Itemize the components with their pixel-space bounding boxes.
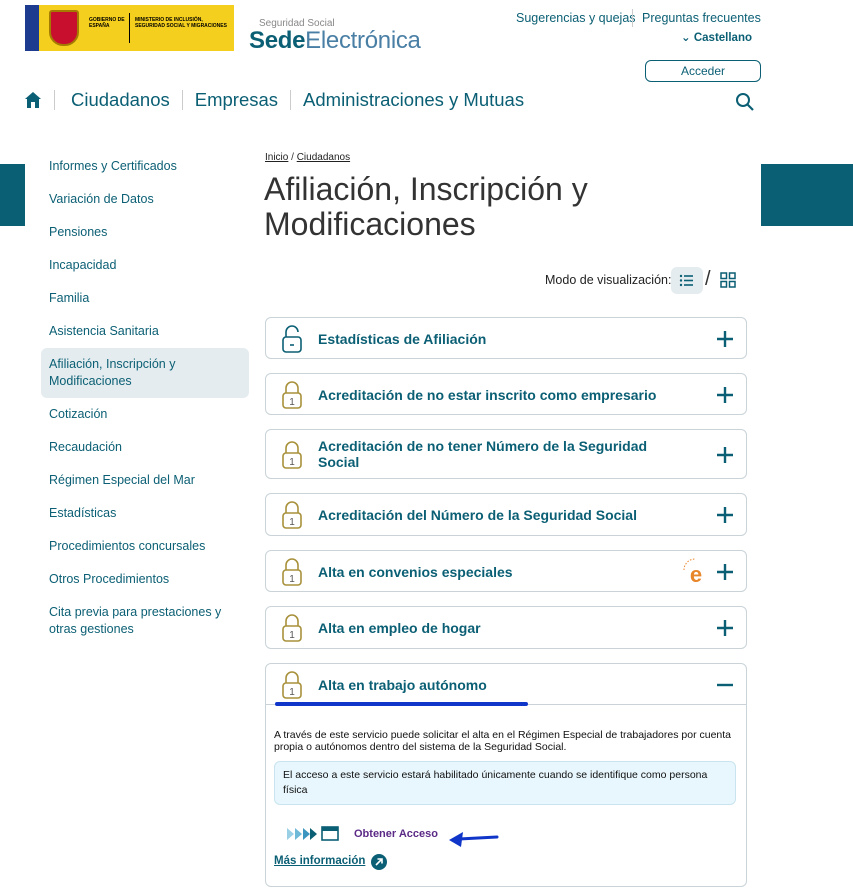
sidebar-item-variacion[interactable]: Variación de Datos xyxy=(41,183,249,216)
nav-empresas[interactable]: Empresas xyxy=(181,90,290,110)
svg-text:1: 1 xyxy=(289,457,295,468)
accordion-title[interactable]: Alta en trabajo autónomo xyxy=(318,677,678,693)
svg-text:1: 1 xyxy=(289,630,295,641)
plus-icon[interactable] xyxy=(716,619,734,637)
view-mode-label: Modo de visualización: xyxy=(545,273,672,287)
accordion-title: Acreditación de no estar inscrito como e… xyxy=(318,387,657,403)
login-button[interactable]: Acceder xyxy=(645,60,761,82)
decorative-band xyxy=(0,164,25,226)
accordion-item[interactable]: 1 Acreditación de no estar inscrito como… xyxy=(265,373,747,415)
more-info-link[interactable]: Más información xyxy=(274,855,365,867)
e-service-badge-icon: e xyxy=(683,558,702,586)
sidebar-item-incapacidad[interactable]: Incapacidad xyxy=(41,249,249,282)
sidebar-item-cotizacion[interactable]: Cotización xyxy=(41,398,249,431)
lock-level-1-icon: 1 xyxy=(282,614,302,642)
external-link-icon[interactable] xyxy=(371,854,387,870)
lock-level-1-icon: 1 xyxy=(282,441,302,469)
fast-forward-icon xyxy=(287,828,317,840)
page-title: Afiliación, Inscripción y Modificaciones xyxy=(264,171,588,242)
accordion-item[interactable]: 1 Acreditación de no tener Número de la … xyxy=(265,429,747,479)
logo-government-text: GOBIERNO DE ESPAÑA xyxy=(89,17,125,29)
accordion-title: Acreditación de no tener Número de la Se… xyxy=(318,438,648,470)
sidebar-item-concursales[interactable]: Procedimientos concursales xyxy=(41,530,249,563)
nav-administraciones[interactable]: Administraciones y Mutuas xyxy=(290,90,536,110)
accordion-item[interactable]: 1 Acreditación del Número de la Segurida… xyxy=(265,493,747,536)
list-view-icon xyxy=(679,274,693,287)
service-description: A través de este servicio puede solicita… xyxy=(274,729,732,753)
sidebar-item-familia[interactable]: Familia xyxy=(41,282,249,315)
plus-icon[interactable] xyxy=(716,563,734,581)
minus-icon[interactable] xyxy=(716,676,734,694)
list-view-button[interactable] xyxy=(671,267,703,294)
sidebar-item-estadisticas[interactable]: Estadísticas xyxy=(41,497,249,530)
svg-text:1: 1 xyxy=(289,574,295,585)
sidebar-item-otros[interactable]: Otros Procedimientos xyxy=(41,563,249,596)
sidebar-item-pensiones[interactable]: Pensiones xyxy=(41,216,249,249)
sidebar-item-regimen-mar[interactable]: Régimen Especial del Mar xyxy=(41,464,249,497)
arrow-left-annotation-icon xyxy=(449,832,499,847)
svg-text:1: 1 xyxy=(289,397,295,408)
language-label: Castellano xyxy=(693,32,753,44)
home-icon[interactable] xyxy=(24,91,42,109)
lock-level-1-icon: 1 xyxy=(282,381,302,409)
svg-text:1: 1 xyxy=(289,687,295,698)
access-notice: El acceso a este servicio estará habilit… xyxy=(274,761,736,805)
government-logo[interactable]: GOBIERNO DE ESPAÑA MINISTERIO DE INCLUSI… xyxy=(25,5,234,51)
sidebar-item-recaudacion[interactable]: Recaudación xyxy=(41,431,249,464)
accordion-item[interactable]: Estadísticas de Afiliación xyxy=(265,317,747,359)
active-underline xyxy=(275,702,528,706)
accordion-item[interactable]: 1 Alta en empleo de hogar xyxy=(265,606,747,649)
chevron-down-icon: ⌄ xyxy=(681,32,691,44)
plus-icon[interactable] xyxy=(716,506,734,524)
decorative-band xyxy=(761,164,853,226)
sidebar: Informes y Certificados Variación de Dat… xyxy=(41,150,249,646)
grid-view-icon[interactable] xyxy=(720,272,736,288)
accordion-title: Alta en convenios especiales xyxy=(318,564,513,580)
plus-icon[interactable] xyxy=(716,386,734,404)
search-icon[interactable] xyxy=(735,92,755,112)
accordion-title: Alta en empleo de hogar xyxy=(318,620,481,636)
main-nav: Ciudadanos Empresas Administraciones y M… xyxy=(24,88,536,112)
lock-level-1-icon: 1 xyxy=(282,671,302,699)
browser-window-icon xyxy=(321,826,339,841)
accordion-item[interactable]: 1 Alta en convenios especiales e xyxy=(265,550,747,592)
faq-link[interactable]: Preguntas frecuentes xyxy=(642,11,761,25)
eu-flag-icon xyxy=(25,5,39,51)
lock-level-1-icon: 1 xyxy=(282,501,302,529)
breadcrumb-ciudadanos[interactable]: Ciudadanos xyxy=(297,152,350,163)
accordion-title: Acreditación del Número de la Seguridad … xyxy=(318,507,637,523)
breadcrumb: Inicio / Ciudadanos xyxy=(265,152,351,163)
suggestions-link[interactable]: Sugerencias y quejas xyxy=(516,11,636,25)
sidebar-item-afiliacion[interactable]: Afiliación, Inscripción y Modificaciones xyxy=(41,348,249,398)
lock-open-icon xyxy=(282,325,302,353)
logo-ministry-text: MINISTERIO DE INCLUSIÓN, SEGURIDAD SOCIA… xyxy=(135,17,227,29)
accordion-title: Estadísticas de Afiliación xyxy=(318,331,487,347)
language-selector[interactable]: ⌄ Castellano xyxy=(681,30,752,44)
brand-logo[interactable]: SedeElectrónica xyxy=(249,27,421,55)
sidebar-item-asistencia[interactable]: Asistencia Sanitaria xyxy=(41,315,249,348)
nav-ciudadanos[interactable]: Ciudadanos xyxy=(54,90,182,110)
breadcrumb-home[interactable]: Inicio xyxy=(265,152,288,163)
sidebar-item-informes[interactable]: Informes y Certificados xyxy=(41,150,249,183)
plus-icon[interactable] xyxy=(716,330,734,348)
obtain-access-link[interactable]: Obtener Acceso xyxy=(354,828,438,840)
plus-icon[interactable] xyxy=(716,446,734,464)
sidebar-item-cita-previa[interactable]: Cita previa para prestaciones y otras ge… xyxy=(41,596,249,646)
coat-of-arms-icon xyxy=(49,10,79,46)
lock-level-1-icon: 1 xyxy=(282,558,302,586)
svg-text:e: e xyxy=(690,562,702,586)
svg-text:1: 1 xyxy=(289,517,295,528)
